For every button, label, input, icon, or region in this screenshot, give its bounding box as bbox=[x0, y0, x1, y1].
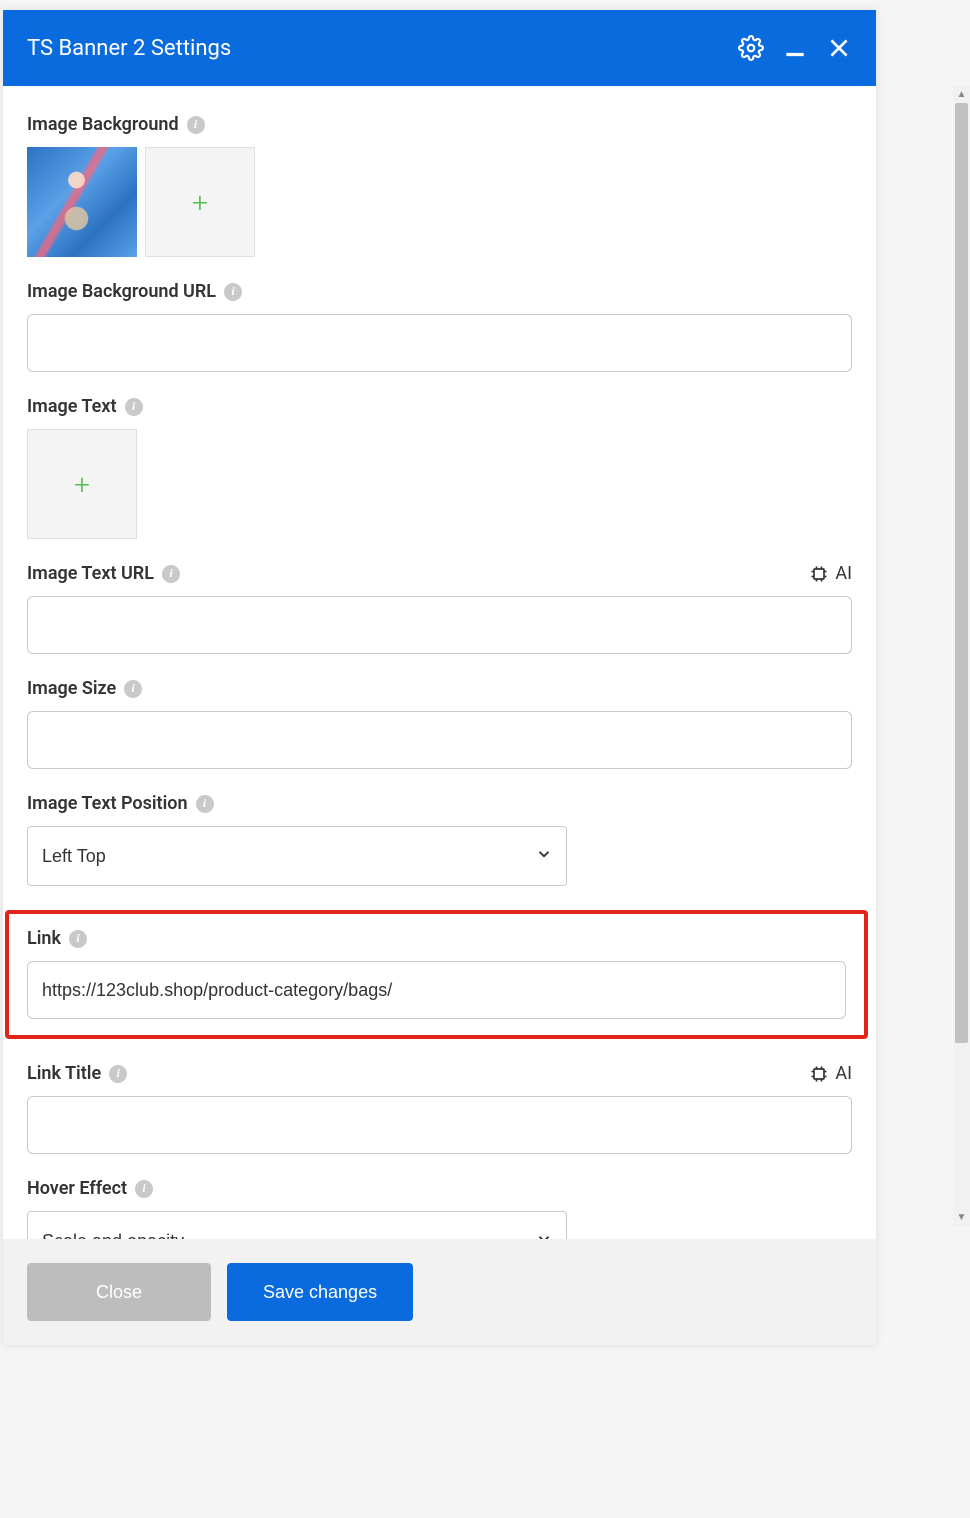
ai-button[interactable]: AI bbox=[809, 1063, 852, 1084]
dialog-header: TS Banner 2 Settings bbox=[3, 10, 876, 86]
dialog-title: TS Banner 2 Settings bbox=[27, 36, 231, 61]
label-image-size: Image Size bbox=[27, 678, 116, 699]
plus-icon: + bbox=[192, 186, 208, 219]
header-actions bbox=[738, 35, 852, 61]
field-image-text: Image Text i + bbox=[27, 396, 852, 539]
info-icon[interactable]: i bbox=[69, 930, 87, 948]
gear-icon[interactable] bbox=[738, 35, 764, 61]
hover-effect-select[interactable] bbox=[27, 1211, 567, 1239]
image-background-thumbs: + bbox=[27, 147, 852, 257]
close-icon[interactable] bbox=[826, 35, 852, 61]
label-image-background: Image Background bbox=[27, 114, 179, 135]
link-highlight-box: Link i bbox=[5, 910, 868, 1039]
label-image-background-url: Image Background URL bbox=[27, 281, 216, 302]
info-icon[interactable]: i bbox=[196, 795, 214, 813]
label-link-title: Link Title bbox=[27, 1063, 101, 1084]
dialog-content: Image Background i + Image Background UR… bbox=[3, 86, 876, 1239]
settings-dialog: TS Banner 2 Settings Image Background bbox=[3, 10, 876, 1345]
info-icon[interactable]: i bbox=[224, 283, 242, 301]
info-icon[interactable]: i bbox=[109, 1065, 127, 1083]
info-icon[interactable]: i bbox=[125, 398, 143, 416]
field-link: Link i bbox=[27, 928, 846, 1019]
label-link: Link bbox=[27, 928, 61, 949]
image-size-input[interactable] bbox=[27, 711, 852, 769]
field-image-background-url: Image Background URL i bbox=[27, 281, 852, 372]
image-text-thumbs: + bbox=[27, 429, 852, 539]
field-hover-effect: Hover Effect i bbox=[27, 1178, 852, 1239]
image-text-url-input[interactable] bbox=[27, 596, 852, 654]
field-image-size: Image Size i bbox=[27, 678, 852, 769]
save-button[interactable]: Save changes bbox=[227, 1263, 413, 1321]
info-icon[interactable]: i bbox=[187, 116, 205, 134]
scroll-up-icon[interactable]: ▲ bbox=[953, 86, 970, 103]
scroll-down-icon[interactable]: ▼ bbox=[953, 1209, 970, 1226]
image-text-position-select[interactable] bbox=[27, 826, 567, 886]
plus-icon: + bbox=[74, 468, 90, 501]
label-image-text: Image Text bbox=[27, 396, 117, 417]
scrollbar[interactable]: ▲ ▼ bbox=[953, 86, 970, 1226]
add-image-background-button[interactable]: + bbox=[145, 147, 255, 257]
info-icon[interactable]: i bbox=[135, 1180, 153, 1198]
ai-label: AI bbox=[835, 563, 852, 584]
add-image-text-button[interactable]: + bbox=[27, 429, 137, 539]
field-image-text-url: Image Text URL i AI bbox=[27, 563, 852, 654]
field-link-title: Link Title i AI bbox=[27, 1063, 852, 1154]
field-image-text-position: Image Text Position i bbox=[27, 793, 852, 886]
ai-label: AI bbox=[835, 1063, 852, 1084]
label-image-text-position: Image Text Position bbox=[27, 793, 188, 814]
close-button[interactable]: Close bbox=[27, 1263, 211, 1321]
image-background-url-input[interactable] bbox=[27, 314, 852, 372]
info-icon[interactable]: i bbox=[162, 565, 180, 583]
link-title-input[interactable] bbox=[27, 1096, 852, 1154]
image-background-thumb[interactable] bbox=[27, 147, 137, 257]
label-hover-effect: Hover Effect bbox=[27, 1178, 127, 1199]
label-image-text-url: Image Text URL bbox=[27, 563, 154, 584]
link-input[interactable] bbox=[27, 961, 846, 1019]
ai-button[interactable]: AI bbox=[809, 563, 852, 584]
dialog-footer: Close Save changes bbox=[3, 1239, 876, 1345]
info-icon[interactable]: i bbox=[124, 680, 142, 698]
scrollbar-thumb[interactable] bbox=[955, 103, 968, 1043]
minimize-icon[interactable] bbox=[782, 35, 808, 61]
field-image-background: Image Background i + bbox=[27, 114, 852, 257]
